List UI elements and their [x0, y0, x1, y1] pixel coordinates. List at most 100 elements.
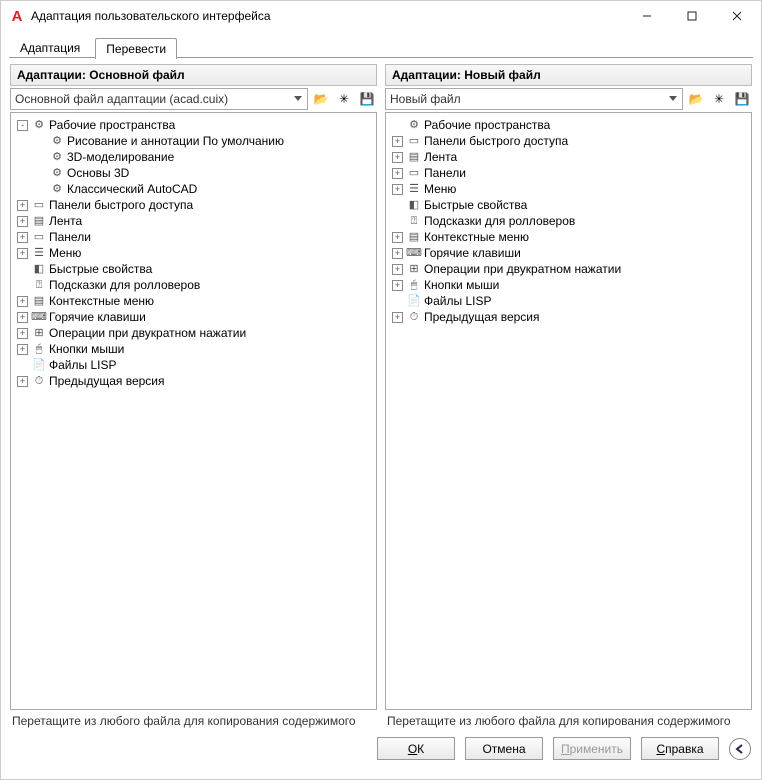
tree-expander[interactable]: + — [392, 264, 403, 275]
tab-translate[interactable]: Перевести — [95, 38, 177, 59]
prop-icon: ◧ — [406, 197, 422, 213]
tree-node-label: Предыдущая версия — [424, 309, 540, 325]
tree-node[interactable]: +⍰Подсказки для ролловеров — [386, 213, 751, 229]
left-new-button[interactable]: ✳ — [334, 89, 354, 109]
back-button[interactable] — [729, 738, 751, 760]
tree-node[interactable]: +⍰Подсказки для ролловеров — [11, 277, 376, 293]
tree-node[interactable]: -⚙Рабочие пространства — [11, 117, 376, 133]
tree-node[interactable]: +⚙Классический AutoCAD — [11, 181, 376, 197]
left-save-button[interactable]: 💾 — [357, 89, 377, 109]
maximize-button[interactable] — [669, 2, 714, 30]
tree-node[interactable]: +🖱Кнопки мыши — [11, 341, 376, 357]
tree-node[interactable]: +📄Файлы LISP — [386, 293, 751, 309]
tree-node[interactable]: +⏱Предыдущая версия — [11, 373, 376, 389]
apply-button[interactable]: Применить — [553, 737, 631, 760]
close-icon — [732, 11, 742, 21]
tree-node[interactable]: +⌨Горячие клавиши — [386, 245, 751, 261]
right-tree[interactable]: +⚙Рабочие пространства+▭Панели быстрого … — [385, 112, 752, 710]
left-combo[interactable]: Основной файл адаптации (acad.cuix) — [10, 88, 308, 110]
tree-node-label: Кнопки мыши — [424, 277, 499, 293]
tree-node[interactable]: +⊞Операции при двукратном нажатии — [386, 261, 751, 277]
left-open-button[interactable]: 📂 — [311, 89, 331, 109]
help-button[interactable]: Справка — [641, 737, 719, 760]
right-combo-value: Новый файл — [386, 92, 664, 106]
left-combo-dropdown[interactable] — [289, 96, 307, 102]
right-save-button[interactable]: 💾 — [732, 89, 752, 109]
tree-node[interactable]: +⌨Горячие клавиши — [11, 309, 376, 325]
maximize-icon — [687, 11, 697, 21]
tree-expander[interactable]: + — [17, 200, 28, 211]
right-open-button[interactable]: 📂 — [686, 89, 706, 109]
workspace-icon: ⚙ — [406, 117, 422, 133]
panel-icon: ▭ — [406, 165, 422, 181]
window-buttons — [624, 2, 759, 30]
tree-expander[interactable]: + — [17, 216, 28, 227]
tree-expander[interactable]: + — [17, 248, 28, 259]
tree-node[interactable]: +▤Лента — [11, 213, 376, 229]
tree-expander[interactable]: + — [392, 136, 403, 147]
tree-expander[interactable]: + — [392, 232, 403, 243]
left-tree[interactable]: -⚙Рабочие пространства+⚙Рисование и анно… — [10, 112, 377, 710]
tree-node[interactable]: +▭Панели — [386, 165, 751, 181]
right-new-button[interactable]: ✳ — [709, 89, 729, 109]
tree-node[interactable]: +⚙Основы 3D — [11, 165, 376, 181]
right-combo[interactable]: Новый файл — [385, 88, 683, 110]
tree-expander[interactable]: + — [17, 232, 28, 243]
tree-node-label: Контекстные меню — [49, 293, 154, 309]
tree-expander[interactable]: + — [17, 344, 28, 355]
tree-node[interactable]: +▭Панели быстрого доступа — [386, 133, 751, 149]
left-combo-row: Основной файл адаптации (acad.cuix) 📂 ✳ … — [10, 88, 377, 110]
tree-node-label: Меню — [424, 181, 456, 197]
tree-expander[interactable]: + — [17, 296, 28, 307]
chevron-down-icon — [669, 96, 677, 102]
dblclick-icon: ⊞ — [31, 325, 47, 341]
minimize-button[interactable] — [624, 2, 669, 30]
tree-expander[interactable]: + — [392, 184, 403, 195]
close-button[interactable] — [714, 2, 759, 30]
mouse-icon: 🖱 — [406, 277, 422, 293]
save-icon: 💾 — [360, 92, 375, 106]
prev-icon: ⏱ — [406, 309, 422, 325]
tree-expander[interactable]: + — [392, 168, 403, 179]
tree-node[interactable]: +◧Быстрые свойства — [386, 197, 751, 213]
workspace-icon: ⚙ — [49, 149, 65, 165]
panel-icon: ▭ — [31, 229, 47, 245]
tree-expander[interactable]: + — [392, 248, 403, 259]
tree-node[interactable]: +▤Контекстные меню — [11, 293, 376, 309]
tree-node[interactable]: +⊞Операции при двукратном нажатии — [11, 325, 376, 341]
tree-expander[interactable]: + — [392, 312, 403, 323]
tree-expander[interactable]: + — [17, 376, 28, 387]
tree-node[interactable]: +☰Меню — [386, 181, 751, 197]
tree-expander[interactable]: + — [17, 312, 28, 323]
cancel-button[interactable]: Отмена — [465, 737, 543, 760]
tree-node-label: Классический AutoCAD — [67, 181, 197, 197]
tree-node[interactable]: +▤Лента — [386, 149, 751, 165]
tree-node[interactable]: +⚙Рабочие пространства — [386, 117, 751, 133]
tree-expander[interactable]: + — [392, 280, 403, 291]
tree-node[interactable]: +☰Меню — [11, 245, 376, 261]
tree-node[interactable]: +▭Панели — [11, 229, 376, 245]
tree-expander[interactable]: - — [17, 120, 28, 131]
hotkey-icon: ⌨ — [406, 245, 422, 261]
tree-node[interactable]: +◧Быстрые свойства — [11, 261, 376, 277]
tree-node-label: Операции при двукратном нажатии — [49, 325, 246, 341]
ok-label: О — [408, 742, 417, 756]
tree-expander[interactable]: + — [392, 152, 403, 163]
tree-node[interactable]: +🖱Кнопки мыши — [386, 277, 751, 293]
new-icon: ✳ — [339, 92, 349, 106]
tree-node[interactable]: +⏱Предыдущая версия — [386, 309, 751, 325]
tooltip-icon: ⍰ — [406, 213, 422, 229]
tree-node[interactable]: +⚙3D-моделирование — [11, 149, 376, 165]
ok-button[interactable]: ОК — [377, 737, 455, 760]
workspace-icon: ⚙ — [49, 133, 65, 149]
tree-node[interactable]: +▭Панели быстрого доступа — [11, 197, 376, 213]
right-combo-dropdown[interactable] — [664, 96, 682, 102]
tree-node[interactable]: +⚙Рисование и аннотации По умолчанию — [11, 133, 376, 149]
tree-node[interactable]: +▤Контекстные меню — [386, 229, 751, 245]
tree-expander[interactable]: + — [17, 328, 28, 339]
right-panel-title: Адаптации: Новый файл — [385, 64, 752, 86]
menu-icon: ☰ — [31, 245, 47, 261]
tree-node[interactable]: +📄Файлы LISP — [11, 357, 376, 373]
ribbon-icon: ▤ — [31, 213, 47, 229]
tab-adapt[interactable]: Адаптация — [9, 37, 91, 58]
